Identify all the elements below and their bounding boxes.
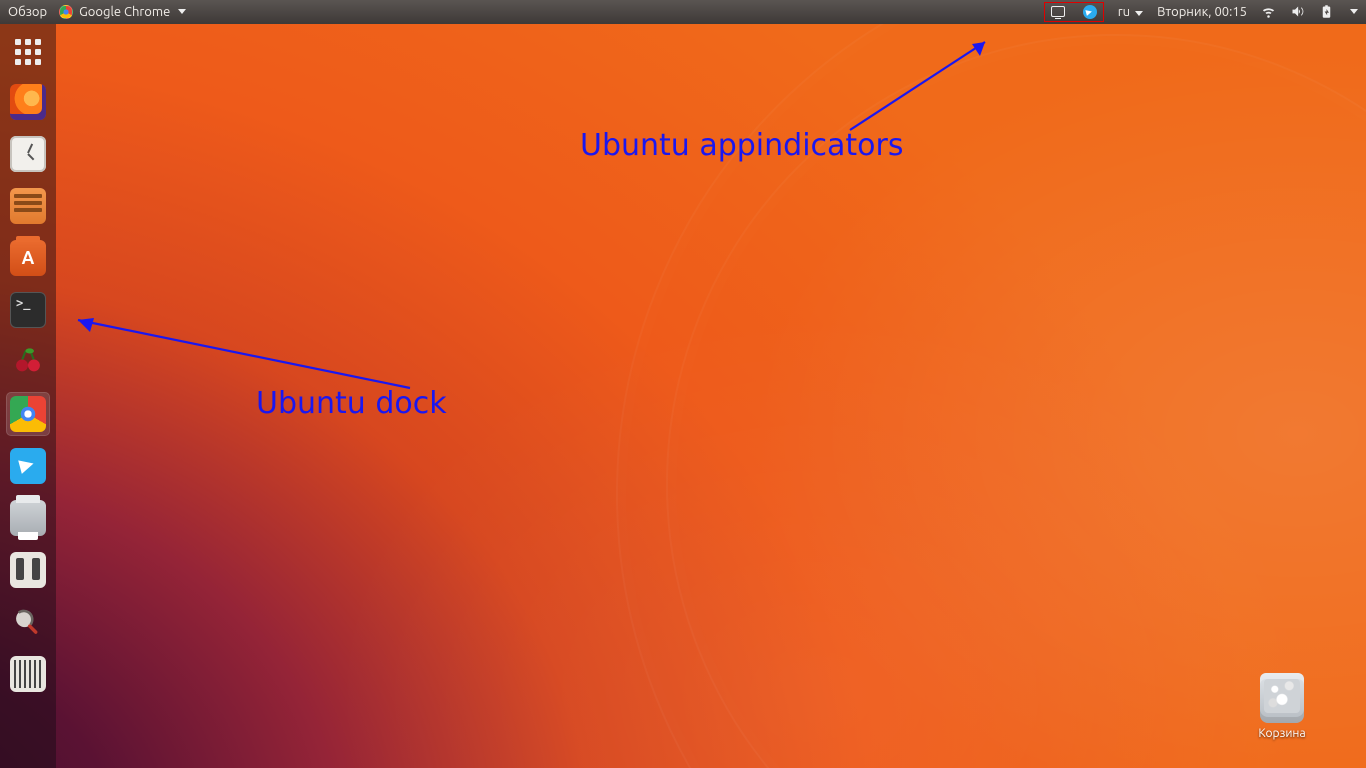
cherrytree-icon xyxy=(10,344,46,380)
annotation-dock-label: Ubuntu dock xyxy=(256,386,447,421)
dock-item-audio[interactable] xyxy=(6,652,50,696)
clock-label[interactable]: Вторник, 00:15 xyxy=(1157,5,1247,19)
printer-icon xyxy=(10,500,46,536)
dock-item-font-manager[interactable] xyxy=(6,548,50,592)
dock-item-clocks[interactable] xyxy=(6,132,50,176)
app-menu[interactable]: Google Chrome xyxy=(59,5,186,19)
telegram-icon xyxy=(10,448,46,484)
show-applications-button[interactable] xyxy=(8,32,48,72)
software-center-icon xyxy=(10,240,46,276)
dock-item-google-chrome[interactable] xyxy=(6,392,50,436)
chrome-icon xyxy=(59,5,73,19)
annotation-appindicators-label: Ubuntu appindicators xyxy=(580,128,904,163)
annotation-arrow-appindicators xyxy=(830,30,1030,140)
keyboard-layout-indicator[interactable]: ru xyxy=(1118,5,1143,19)
dock-item-ubuntu-software[interactable] xyxy=(6,236,50,280)
activities-button[interactable]: Обзор xyxy=(8,5,47,19)
keyboard-layout-label: ru xyxy=(1118,5,1130,19)
wifi-icon[interactable] xyxy=(1261,4,1276,19)
chrome-icon xyxy=(10,396,46,432)
dock-item-terminal[interactable] xyxy=(6,288,50,332)
audio-settings-icon xyxy=(10,656,46,692)
trash-icon xyxy=(1260,673,1304,723)
dock-item-cherrytree[interactable] xyxy=(6,340,50,384)
clock-icon xyxy=(10,136,46,172)
chevron-down-icon xyxy=(1135,11,1143,16)
trash-desktop-icon[interactable]: Корзина xyxy=(1242,673,1322,740)
dock-item-telegram[interactable] xyxy=(6,444,50,488)
trash-label: Корзина xyxy=(1242,727,1322,740)
font-manager-icon xyxy=(10,552,46,588)
ubuntu-dock xyxy=(0,24,56,768)
chevron-down-icon xyxy=(178,9,186,14)
dock-item-firefox[interactable] xyxy=(6,80,50,124)
volume-icon[interactable] xyxy=(1290,4,1305,19)
dock-item-files[interactable] xyxy=(6,184,50,228)
battery-icon[interactable] xyxy=(1319,4,1334,19)
appindicator-telegram-icon[interactable] xyxy=(1083,5,1097,19)
app-menu-label: Google Chrome xyxy=(79,5,170,19)
dock-item-printer[interactable] xyxy=(6,496,50,540)
appindicator-tray xyxy=(1044,2,1104,22)
winetricks-icon xyxy=(10,604,46,640)
terminal-icon xyxy=(10,292,46,328)
appindicator-monitor-icon[interactable] xyxy=(1051,6,1065,17)
system-menu-chevron-icon[interactable] xyxy=(1350,9,1358,14)
top-bar: Обзор Google Chrome ru Вторник, 00:15 xyxy=(0,0,1366,24)
firefox-icon xyxy=(10,84,46,120)
dock-item-winetricks[interactable] xyxy=(6,600,50,644)
files-icon xyxy=(10,188,46,224)
